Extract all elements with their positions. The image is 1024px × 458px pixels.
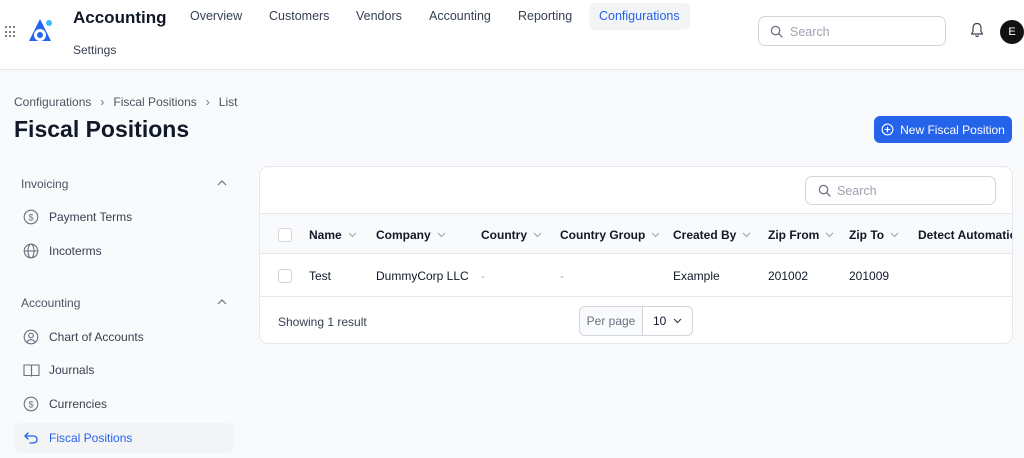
sidebar-item-payment-terms[interactable]: $ Payment Terms (14, 202, 234, 232)
user-avatar[interactable]: E (1000, 20, 1024, 44)
column-label: Detect Automatica (918, 228, 1013, 242)
cell-country: - (481, 269, 485, 283)
nav-customers[interactable]: Customers (259, 3, 339, 30)
chevron-down-icon (742, 232, 751, 238)
app-grid-icon[interactable] (5, 26, 17, 38)
sidebar-item-label: Incoterms (49, 244, 102, 258)
nav-accounting[interactable]: Accounting (419, 3, 501, 30)
nav-overview[interactable]: Overview (180, 3, 252, 30)
chevron-up-icon[interactable] (217, 298, 227, 305)
column-label: Zip From (768, 228, 820, 242)
chevron-right-icon: › (205, 95, 210, 109)
chevron-down-icon (348, 232, 357, 238)
chevron-up-icon[interactable] (217, 179, 227, 186)
cell-country-group: - (560, 269, 564, 283)
app-logo[interactable] (27, 17, 53, 45)
chevron-right-icon: › (100, 95, 105, 109)
column-label: Country (481, 228, 527, 242)
sidebar-item-label: Journals (49, 363, 95, 377)
row-checkbox[interactable] (278, 269, 292, 283)
table-search-input[interactable] (837, 183, 987, 199)
sidebar-item-currencies[interactable]: $ Currencies (14, 389, 234, 419)
per-page-label: Per page (580, 307, 643, 335)
sidebar-item-label: Chart of Accounts (49, 330, 144, 344)
per-page-value: 10 (653, 314, 667, 328)
sidebar-group-accounting[interactable]: Accounting (21, 296, 80, 310)
top-navbar: Accounting Settings Overview Customers V… (0, 0, 1024, 70)
chevron-down-icon (533, 232, 542, 238)
breadcrumb-configurations[interactable]: Configurations (14, 95, 91, 109)
select-all-checkbox[interactable] (278, 228, 292, 242)
fiscal-positions-table-card: Name Company Country Country Group Creat… (259, 166, 1013, 344)
dollar-circle-icon: $ (22, 395, 40, 413)
arrow-uturn-left-icon (22, 429, 40, 447)
search-icon (770, 25, 783, 38)
nav-settings[interactable]: Settings (73, 43, 116, 57)
page-title: Fiscal Positions (14, 116, 190, 142)
column-header-name[interactable]: Name (309, 228, 357, 242)
column-header-company[interactable]: Company (376, 228, 446, 242)
sidebar-item-chart-of-accounts[interactable]: Chart of Accounts (14, 322, 234, 352)
user-circle-icon (22, 328, 40, 346)
chevron-down-icon (825, 232, 834, 238)
table-header: Name Company Country Country Group Creat… (260, 213, 1013, 254)
sidebar-item-journals[interactable]: Journals (14, 355, 234, 385)
chevron-down-icon (437, 232, 446, 238)
per-page-select[interactable]: Per page 10 (579, 306, 693, 336)
column-header-zip-to[interactable]: Zip To (849, 228, 899, 242)
chevron-down-icon (651, 232, 660, 238)
nav-reporting[interactable]: Reporting (508, 3, 582, 30)
chevron-down-icon (673, 318, 682, 324)
cell-created-by: Example (673, 269, 720, 283)
column-label: Name (309, 228, 342, 242)
book-icon (22, 361, 40, 379)
column-header-detect-automatically[interactable]: Detect Automatica (918, 228, 1013, 242)
dollar-circle-icon: $ (22, 208, 40, 226)
column-label: Company (376, 228, 431, 242)
sidebar-item-label: Currencies (49, 397, 108, 411)
notifications-bell-icon[interactable] (970, 22, 984, 38)
globe-icon (22, 242, 40, 260)
column-label: Country Group (560, 228, 646, 242)
column-header-country-group[interactable]: Country Group (560, 228, 660, 242)
breadcrumb-fiscal-positions[interactable]: Fiscal Positions (113, 95, 196, 109)
global-search[interactable] (758, 16, 946, 46)
global-search-input[interactable] (790, 23, 938, 40)
column-header-country[interactable]: Country (481, 228, 542, 242)
plus-circle-icon (881, 123, 894, 136)
result-count: Showing 1 result (278, 315, 367, 329)
sidebar-item-label: Fiscal Positions (49, 431, 133, 445)
cell-company: DummyCorp LLC (376, 269, 469, 283)
sidebar-item-label: Payment Terms (49, 210, 133, 224)
sidebar-group-invoicing[interactable]: Invoicing (21, 177, 68, 191)
cell-zip-to: 201009 (849, 269, 890, 283)
cell-zip-from: 201002 (768, 269, 809, 283)
table-search[interactable] (805, 176, 996, 205)
cell-name: Test (309, 269, 332, 283)
app-title: Accounting (73, 8, 167, 27)
column-label: Created By (673, 228, 737, 242)
new-fiscal-position-label: New Fiscal Position (900, 122, 1005, 137)
breadcrumb-list: List (218, 95, 238, 109)
svg-text:$: $ (28, 212, 33, 222)
column-header-created-by[interactable]: Created By (673, 228, 751, 242)
nav-configurations[interactable]: Configurations (589, 3, 690, 30)
breadcrumb: Configurations › Fiscal Positions › List (14, 95, 237, 109)
per-page-value-select[interactable]: 10 (643, 307, 692, 335)
nav-vendors[interactable]: Vendors (346, 3, 412, 30)
chevron-down-icon (890, 232, 899, 238)
column-label: Zip To (849, 228, 885, 242)
svg-text:$: $ (28, 399, 33, 409)
column-header-zip-from[interactable]: Zip From (768, 228, 834, 242)
sidebar-item-fiscal-positions[interactable]: Fiscal Positions (14, 423, 234, 453)
search-icon (818, 184, 831, 197)
sidebar-item-incoterms[interactable]: Incoterms (14, 236, 234, 266)
table-row[interactable]: Test DummyCorp LLC - - Example 201002 20… (260, 254, 1012, 297)
new-fiscal-position-button[interactable]: New Fiscal Position (874, 116, 1012, 143)
